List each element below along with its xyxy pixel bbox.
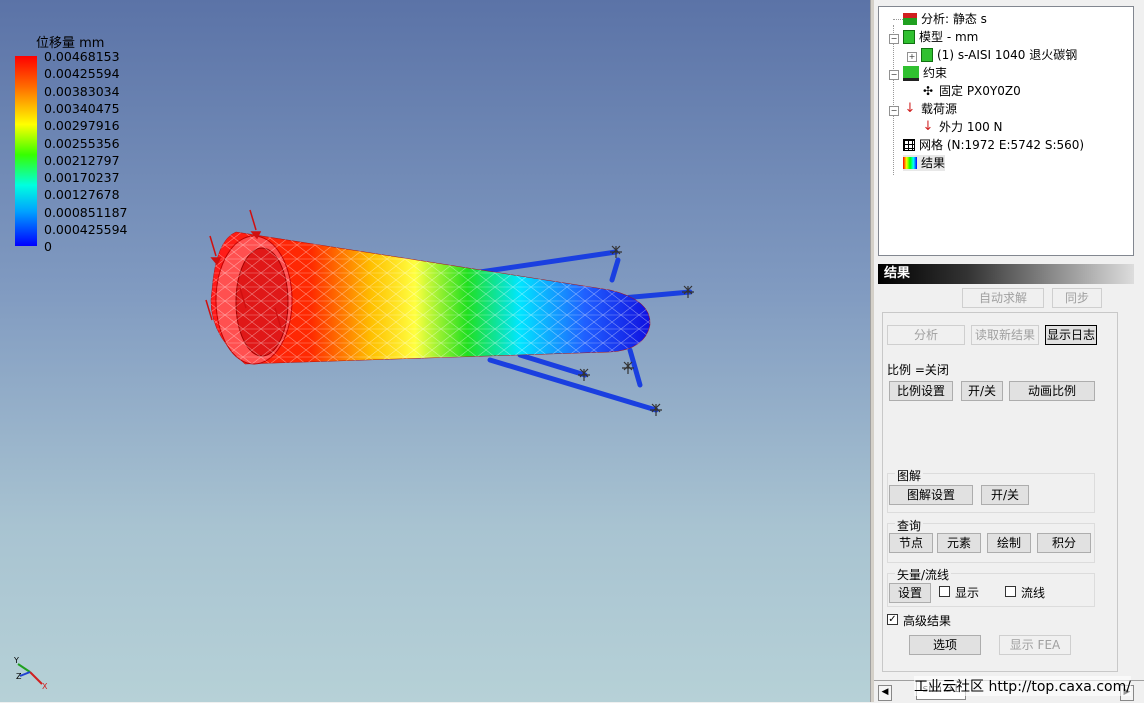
axis-triad: Y Z X	[12, 654, 52, 694]
auto-solve-button[interactable]: 自动求解	[962, 288, 1044, 308]
read-results-button[interactable]: 读取新结果	[971, 325, 1039, 345]
scale-toggle-button[interactable]: 开/关	[961, 381, 1003, 401]
legend-settings-button[interactable]: 图解设置	[889, 485, 973, 505]
side-panel: − + − − 分析: 静态 s 模型 - mm (1) s-AISI 1040…	[874, 0, 1144, 702]
show-log-button[interactable]: 显示日志	[1045, 325, 1097, 345]
tree-item-analysis[interactable]: 分析: 静态 s	[903, 11, 987, 27]
model-icon	[903, 30, 915, 44]
force-icon: ↓	[922, 119, 934, 134]
tree-item-material[interactable]: (1) s-AISI 1040 退火碳钢	[921, 47, 1077, 63]
results-icon	[903, 157, 917, 169]
streamline-checkbox[interactable]	[1005, 586, 1016, 597]
fea-model-render[interactable]	[0, 0, 870, 702]
constraint-icon	[903, 65, 919, 81]
mesh-icon	[903, 139, 915, 151]
material-expander[interactable]: +	[907, 52, 917, 62]
advanced-results-checkbox[interactable]: ✓	[887, 614, 898, 625]
sync-button[interactable]: 同步	[1052, 288, 1102, 308]
tree-item-constraints[interactable]: 约束	[903, 65, 947, 81]
3d-viewport[interactable]: 位移量 mm 0.00468153 0.00425594 0.00383034 0.0…	[0, 0, 870, 702]
analysis-icon	[903, 13, 917, 25]
tab-scroll-left-icon[interactable]: ◀	[878, 685, 892, 701]
node-button[interactable]: 节点	[889, 533, 933, 553]
vector-settings-button[interactable]: 设置	[889, 583, 931, 603]
model-expander[interactable]: −	[889, 34, 899, 44]
legend-toggle-button[interactable]: 开/关	[981, 485, 1029, 505]
feature-tree[interactable]: − + − − 分析: 静态 s 模型 - mm (1) s-AISI 1040…	[878, 6, 1134, 256]
watermark: 工业云社区 http://top.caxa.com/	[914, 676, 1131, 696]
show-vector-label: 显示	[955, 586, 980, 600]
integrate-button[interactable]: 积分	[1037, 533, 1091, 553]
axis-x-label: X	[42, 682, 48, 691]
options-button[interactable]: 选项	[909, 635, 981, 655]
analyze-button[interactable]: 分析	[887, 325, 965, 345]
show-fea-button[interactable]: 显示 FEA	[999, 635, 1071, 655]
tree-item-mesh[interactable]: 网格 (N:1972 E:5742 S:560)	[903, 137, 1084, 153]
part-icon	[921, 48, 933, 62]
tree-item-loads[interactable]: ↓ 载荷源	[903, 101, 957, 117]
constraints-expander[interactable]: −	[889, 70, 899, 80]
scale-settings-button[interactable]: 比例设置	[889, 381, 953, 401]
axis-y-label: Y	[14, 656, 19, 665]
axis-z-label: Z	[16, 672, 22, 681]
tree-item-force[interactable]: ↓ 外力 100 N	[921, 119, 1003, 135]
loads-expander[interactable]: −	[889, 106, 899, 116]
load-icon: ↓	[904, 101, 916, 116]
animation-scale-button[interactable]: 动画比例	[1009, 381, 1095, 401]
results-options-box: 分析 读取新结果 显示日志 比例 =关闭 比例设置 开/关 动画比例 图解 图解…	[882, 312, 1118, 672]
plot-button[interactable]: 绘制	[987, 533, 1031, 553]
tree-item-results[interactable]: 结果	[903, 155, 946, 171]
legend-group-label: 图解	[895, 467, 924, 484]
fixed-constraint-icon: ✣	[922, 84, 934, 98]
show-vector-checkbox[interactable]	[939, 586, 950, 597]
advanced-results-label: 高级结果	[903, 614, 952, 628]
scale-status: 比例 =关闭	[887, 363, 949, 377]
tree-item-fixed[interactable]: ✣ 固定 PX0Y0Z0	[921, 83, 1021, 99]
results-panel-header: 结果	[878, 264, 1134, 284]
query-group-label: 查询	[895, 517, 924, 534]
vector-group-label: 矢量/流线	[895, 566, 952, 583]
streamline-label: 流线	[1021, 586, 1046, 600]
element-button[interactable]: 元素	[937, 533, 981, 553]
tree-item-model[interactable]: 模型 - mm	[903, 29, 978, 45]
